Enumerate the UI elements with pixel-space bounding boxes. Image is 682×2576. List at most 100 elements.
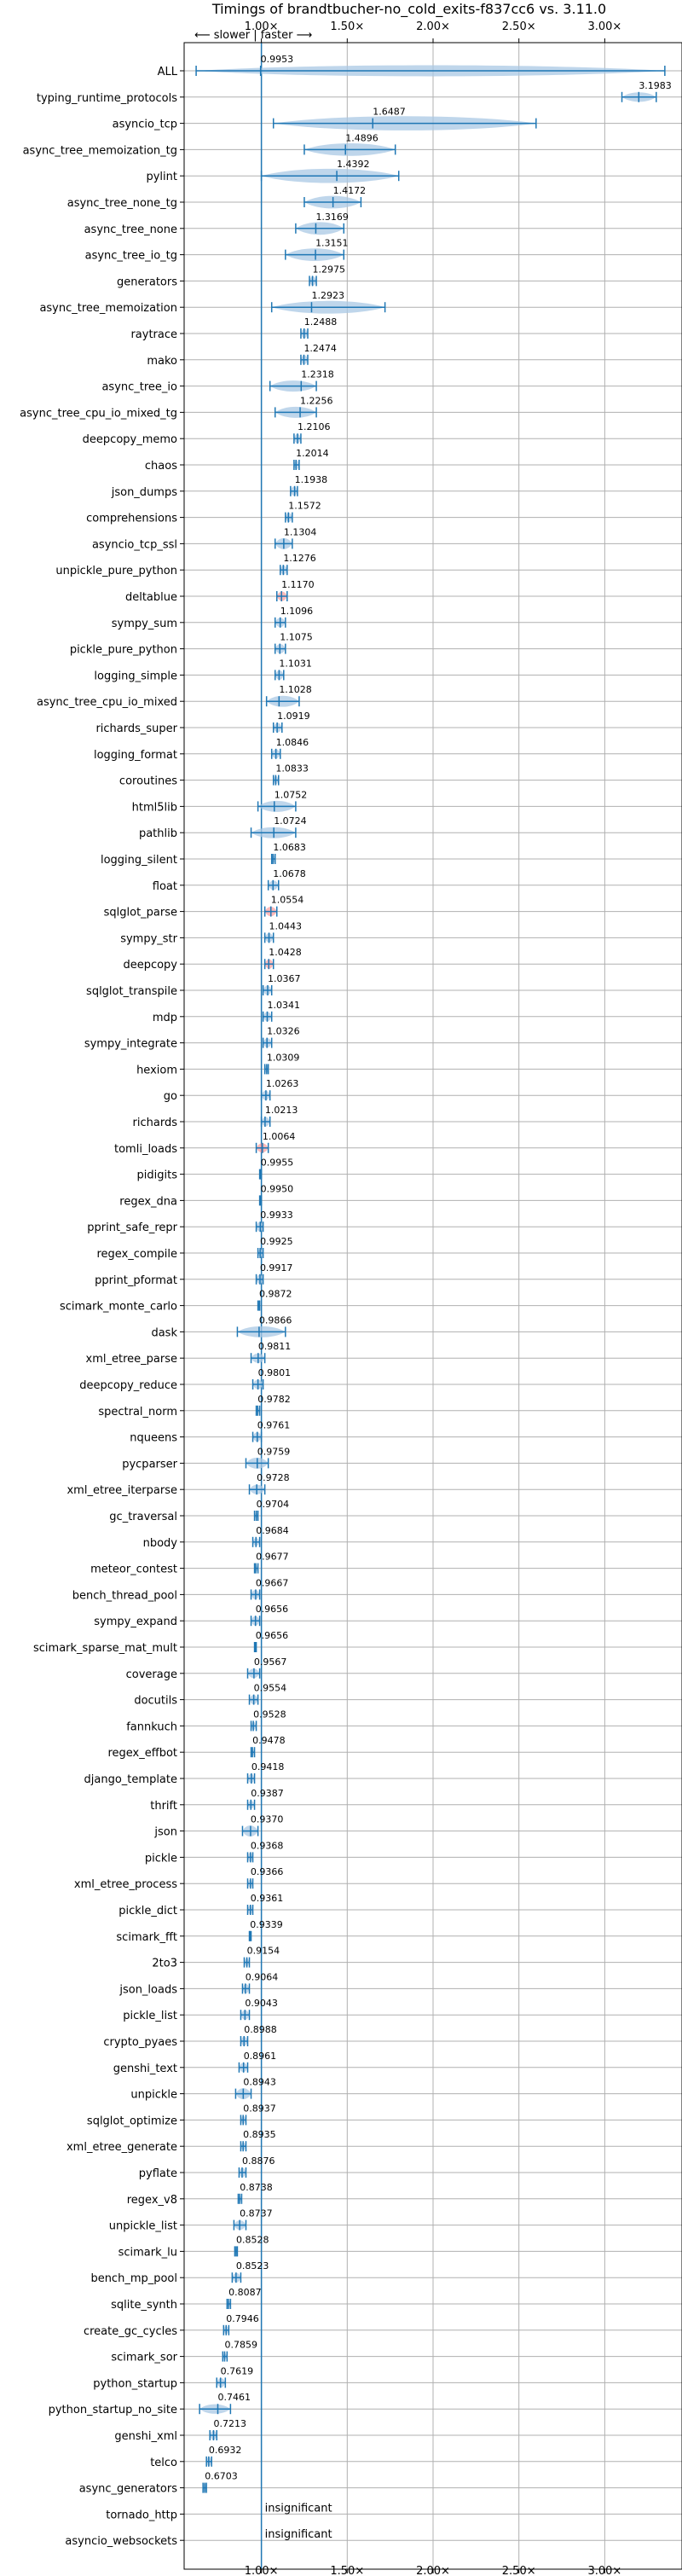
value-label: 0.9728 bbox=[257, 1472, 290, 1483]
y-tick-label: json_dumps bbox=[111, 486, 177, 499]
y-tick-label: django_template bbox=[84, 1773, 177, 1786]
y-tick-label: regex_dna bbox=[119, 1195, 177, 1208]
y-tick-label: scimark_lu bbox=[118, 2246, 177, 2259]
y-tick-label: async_tree_io bbox=[101, 381, 177, 394]
y-tick-label: async_tree_io_tg bbox=[85, 250, 177, 263]
value-label: 1.1170 bbox=[281, 579, 315, 590]
value-label: 1.2318 bbox=[301, 369, 334, 380]
y-tick-label: asyncio_tcp bbox=[113, 119, 177, 131]
value-label: 1.4896 bbox=[345, 132, 379, 143]
y-tick-label: xml_etree_process bbox=[74, 1878, 177, 1891]
y-tick-label: pprint_pformat bbox=[95, 1274, 177, 1287]
value-label: 1.0341 bbox=[267, 1000, 300, 1011]
value-label: 1.0752 bbox=[275, 789, 308, 800]
y-tick-label: sqlglot_parse bbox=[104, 907, 177, 920]
y-tick-label: richards bbox=[133, 1117, 178, 1129]
y-tick-label: xml_etree_iterparse bbox=[66, 1484, 177, 1497]
y-tick-label: bench_thread_pool bbox=[72, 1589, 177, 1602]
y-tick-label: regex_effbot bbox=[107, 1747, 177, 1760]
y-tick-label: logging_silent bbox=[101, 854, 177, 867]
y-tick-label: generators bbox=[117, 276, 177, 288]
value-label: 3.1983 bbox=[639, 80, 672, 91]
y-tick-label: pickle_pure_python bbox=[70, 644, 177, 657]
y-tick-label: meteor_contest bbox=[90, 1564, 177, 1576]
value-label: 0.9955 bbox=[261, 1157, 294, 1169]
value-label: 0.9656 bbox=[256, 1630, 289, 1641]
value-label: 0.8943 bbox=[243, 2077, 276, 2088]
value-label: 1.0919 bbox=[277, 711, 310, 722]
value-label: 0.9361 bbox=[251, 1893, 284, 1904]
value-label: 0.9366 bbox=[251, 1866, 284, 1877]
value-label: 1.0678 bbox=[273, 868, 306, 879]
x-tick-label-bottom: 3.00× bbox=[587, 2565, 621, 2576]
y-tick-label: async_generators bbox=[79, 2483, 178, 2496]
y-tick-label: pylint bbox=[146, 171, 177, 183]
value-label: 1.0367 bbox=[268, 973, 301, 984]
value-label: 0.9704 bbox=[257, 1499, 290, 1510]
value-label: 0.9043 bbox=[245, 1998, 278, 2009]
value-label: 0.8738 bbox=[240, 2182, 273, 2193]
y-tick-label: regex_v8 bbox=[127, 2194, 177, 2207]
y-tick-label: sqlglot_transpile bbox=[86, 985, 177, 998]
y-tick-label: async_tree_none_tg bbox=[67, 197, 177, 210]
x-tick-label-top: 3.00× bbox=[587, 20, 621, 33]
y-tick-label: raytrace bbox=[130, 328, 177, 341]
value-label: 0.9801 bbox=[258, 1367, 292, 1378]
y-tick-label: deepcopy bbox=[123, 959, 177, 972]
y-tick-label: sympy_integrate bbox=[84, 1038, 177, 1051]
y-tick-label: pickle bbox=[145, 1852, 177, 1865]
y-tick-label: unpickle bbox=[130, 2089, 177, 2102]
y-tick-label: tornado_http bbox=[106, 2509, 177, 2521]
y-tick-label: go bbox=[164, 1090, 177, 1103]
y-tick-label: unpickle_pure_python bbox=[55, 565, 177, 577]
value-label: 0.9950 bbox=[261, 1183, 294, 1194]
value-label: 0.9368 bbox=[251, 1840, 284, 1851]
y-tick-label: mako bbox=[147, 355, 177, 368]
value-label: 1.0846 bbox=[276, 737, 309, 748]
value-label: 0.9925 bbox=[260, 1236, 293, 1247]
value-label: 1.0443 bbox=[269, 920, 303, 931]
y-tick-label: float bbox=[153, 880, 177, 893]
value-label: 1.0263 bbox=[266, 1078, 299, 1089]
value-label: 0.8988 bbox=[244, 2024, 277, 2035]
value-label: 0.9370 bbox=[251, 1814, 284, 1825]
value-label: 0.6932 bbox=[209, 2445, 242, 2456]
y-tick-label: dask bbox=[151, 1326, 177, 1339]
y-tick-label: thrift bbox=[150, 1800, 177, 1813]
y-tick-label: scimark_fft bbox=[116, 1931, 177, 1944]
value-label: 0.9759 bbox=[257, 1446, 291, 1457]
value-label: 0.9761 bbox=[257, 1420, 291, 1431]
y-tick-label: sqlglot_optimize bbox=[87, 2115, 177, 2127]
y-tick-label: genshi_xml bbox=[114, 2430, 177, 2443]
value-label: 1.0833 bbox=[275, 763, 309, 775]
value-label: 0.9933 bbox=[260, 1210, 293, 1221]
y-tick-label: pidigits bbox=[137, 1169, 178, 1182]
value-label: 1.3151 bbox=[315, 238, 349, 249]
value-label: 1.1276 bbox=[283, 553, 316, 564]
value-label: 0.9064 bbox=[246, 1971, 279, 1982]
value-label: 0.8737 bbox=[240, 2208, 273, 2219]
y-tick-label: spectral_norm bbox=[98, 1406, 177, 1419]
chart-title: Timings of brandtbucher-no_cold_exits-f8… bbox=[211, 1, 606, 18]
value-label: 1.2488 bbox=[304, 316, 338, 328]
y-tick-label: python_startup bbox=[93, 2377, 177, 2390]
y-tick-label: pycparser bbox=[122, 1458, 177, 1471]
y-tick-label: fannkuch bbox=[126, 1720, 177, 1733]
value-label: 1.3169 bbox=[315, 212, 349, 223]
x-tick-label-bottom: 1.50× bbox=[330, 2565, 364, 2576]
y-tick-label: async_tree_none bbox=[84, 223, 177, 236]
value-label: 1.1075 bbox=[280, 632, 313, 643]
y-tick-label: comprehensions bbox=[86, 513, 177, 525]
value-label: 0.9866 bbox=[259, 1314, 292, 1326]
value-label: 0.7213 bbox=[213, 2418, 246, 2429]
y-tick-label: async_tree_cpu_io_mixed bbox=[37, 696, 177, 709]
y-tick-label: asyncio_websockets bbox=[65, 2535, 177, 2548]
y-tick-label: scimark_sor bbox=[111, 2352, 177, 2364]
y-tick-label: xml_etree_parse bbox=[86, 1353, 177, 1366]
value-label: 1.0683 bbox=[273, 842, 306, 853]
y-tick-label: sympy_str bbox=[120, 932, 177, 945]
y-tick-label: telco bbox=[150, 2457, 177, 2469]
value-label: 0.8876 bbox=[242, 2155, 275, 2167]
value-label: 0.8937 bbox=[243, 2103, 276, 2114]
y-tick-label: deltablue bbox=[125, 591, 177, 604]
